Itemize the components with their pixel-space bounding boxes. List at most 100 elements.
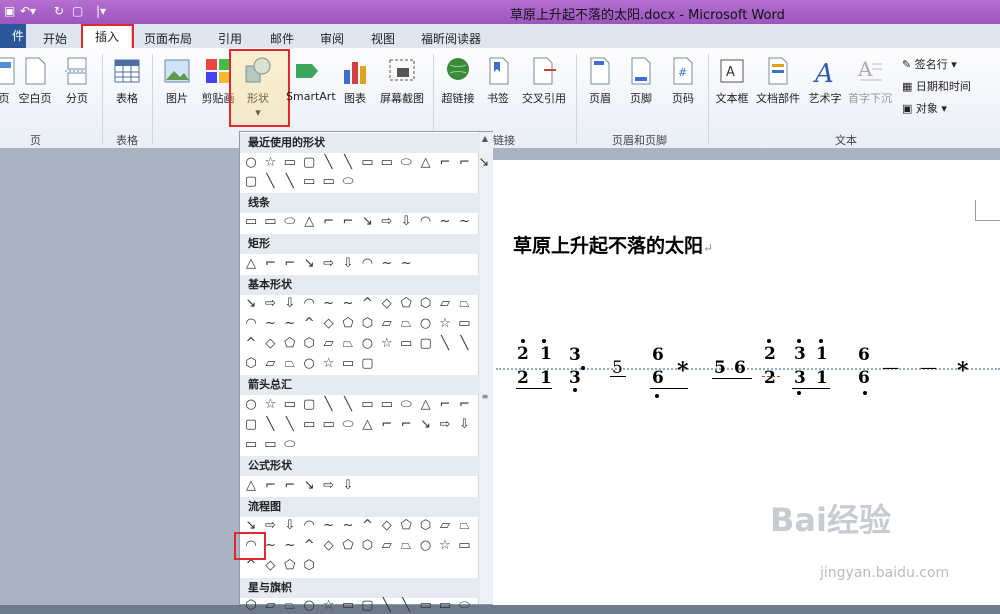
shape-option-icon[interactable]: ⬡ [243,598,259,614]
shape-option-icon[interactable]: ⌐ [398,417,414,433]
shape-option-icon[interactable]: ◠ [418,214,434,230]
shape-option-icon[interactable]: ↘ [301,478,317,494]
word-logo-icon[interactable]: ▣ [4,4,15,18]
shape-option-icon[interactable]: ☆ [262,155,278,171]
shape-option-icon[interactable]: ▭ [340,356,356,372]
shape-option-icon[interactable]: ^ [243,558,259,574]
shape-option-icon[interactable]: ▢ [243,417,259,433]
tab-mailings[interactable]: 邮件 [270,30,294,48]
shape-option-icon[interactable]: ⬠ [398,518,414,534]
shape-option-icon[interactable]: ▭ [437,598,453,614]
tab-references[interactable]: 引用 [218,30,242,48]
shape-option-icon[interactable]: ⬠ [282,336,298,352]
shape-option-icon[interactable]: ~ [282,316,298,332]
shape-option-icon[interactable]: ▭ [359,155,375,171]
shape-option-icon[interactable]: ☆ [379,336,395,352]
shape-option-icon[interactable]: ▭ [321,174,337,190]
shape-option-icon[interactable]: ☆ [437,538,453,554]
shape-option-icon[interactable]: ╲ [262,417,278,433]
object-button[interactable]: ▣ 对象 ▾ [902,100,947,118]
shape-option-icon[interactable]: ▭ [418,598,434,614]
shape-option-icon[interactable]: ╲ [321,397,337,413]
shape-option-icon[interactable]: ○ [301,356,317,372]
shape-option-icon[interactable]: ⬭ [456,598,472,614]
shape-option-icon[interactable]: ◇ [321,316,337,332]
text-box-button[interactable]: A 文本框 [710,50,754,116]
shape-option-icon[interactable]: ⏢ [456,296,472,312]
shape-option-icon[interactable]: ↘ [301,256,317,272]
shape-option-icon[interactable]: △ [243,256,259,272]
shape-option-icon[interactable]: ▱ [262,356,278,372]
shape-option-icon[interactable]: ◠ [359,256,375,272]
shape-option-icon[interactable]: ╲ [340,397,356,413]
shape-option-icon[interactable]: ⌐ [262,256,278,272]
shape-option-icon[interactable]: ~ [340,518,356,534]
blank-page-button[interactable]: 空白页 [13,50,57,116]
shape-option-icon[interactable]: ╲ [456,336,472,352]
shape-option-icon[interactable]: ○ [301,598,317,614]
tab-home[interactable]: 开始 [43,30,67,48]
shape-option-icon[interactable]: ▭ [379,155,395,171]
shape-option-icon[interactable]: ⇩ [456,417,472,433]
shape-option-icon[interactable]: ⇩ [340,478,356,494]
shape-option-icon[interactable]: ↘ [418,417,434,433]
scroll-grip-icon[interactable]: ≡ [480,392,490,402]
shape-option-icon[interactable]: ^ [243,336,259,352]
picture-button[interactable]: 图片 [155,50,199,116]
shape-option-icon[interactable]: ▭ [243,214,259,230]
shape-option-icon[interactable]: ☆ [321,356,337,372]
shape-option-icon[interactable]: ○ [418,538,434,554]
shape-option-icon[interactable]: ▢ [301,397,317,413]
shape-option-icon[interactable]: ▭ [301,174,317,190]
screenshot-button[interactable]: 屏幕截图 [380,50,424,116]
shape-option-icon[interactable]: ⇩ [282,518,298,534]
scroll-up-icon[interactable]: ▲ [480,134,490,144]
shape-option-icon[interactable]: △ [418,397,434,413]
redo-icon[interactable]: ↻ [54,4,64,18]
page-number-button[interactable]: # 页码 [661,50,705,116]
shape-option-icon[interactable]: ▭ [340,598,356,614]
shape-option-icon[interactable]: ⇩ [340,256,356,272]
shape-option-icon[interactable]: ◇ [379,518,395,534]
shape-option-icon[interactable]: △ [243,478,259,494]
shape-option-icon[interactable]: ⏢ [456,518,472,534]
shape-option-icon[interactable]: ╲ [398,598,414,614]
chart-button[interactable]: 图表 [333,50,377,116]
shape-option-icon[interactable]: ╲ [379,598,395,614]
shape-option-icon[interactable]: ◠ [243,316,259,332]
shape-option-icon[interactable]: ▭ [282,155,298,171]
shape-option-icon[interactable]: ◇ [262,558,278,574]
shape-option-icon[interactable]: ⬡ [418,518,434,534]
cross-reference-button[interactable]: 交叉引用 [522,50,566,116]
shape-option-icon[interactable]: ╲ [437,336,453,352]
shape-option-icon[interactable]: ▢ [301,155,317,171]
shape-option-icon[interactable]: ~ [321,296,337,312]
shape-option-icon[interactable]: ~ [321,518,337,534]
shape-option-icon[interactable]: ~ [398,256,414,272]
shape-option-icon[interactable]: ⌐ [437,155,453,171]
shape-option-icon[interactable]: ⏢ [398,538,414,554]
shape-option-icon[interactable]: ☆ [321,598,337,614]
shape-option-icon[interactable]: ⌐ [456,155,472,171]
signature-line-button[interactable]: ✎ 签名行 ▾ [902,56,957,74]
shape-option-icon[interactable]: ╲ [282,417,298,433]
shape-option-icon[interactable]: ▢ [418,336,434,352]
shape-option-icon[interactable]: ⌐ [282,256,298,272]
print-preview-icon[interactable]: ▢ [72,4,83,18]
shape-option-icon[interactable]: ⇨ [379,214,395,230]
shape-option-icon[interactable]: ⬠ [282,558,298,574]
footer-button[interactable]: 页脚 [619,50,663,116]
header-button[interactable]: 页眉 [578,50,622,116]
shape-option-icon[interactable]: ⇨ [262,296,278,312]
shape-option-icon[interactable]: ↘ [243,296,259,312]
quick-parts-button[interactable]: 文档部件 [756,50,800,116]
shape-option-icon[interactable]: ⬡ [301,336,317,352]
shape-option-icon[interactable]: ⬠ [340,538,356,554]
smartart-button[interactable]: SmartArt [286,50,336,116]
shape-option-icon[interactable]: ▢ [359,598,375,614]
shape-option-icon[interactable]: ~ [379,256,395,272]
shape-option-icon[interactable]: ⬡ [418,296,434,312]
shape-option-icon[interactable]: ⬡ [359,538,375,554]
shape-option-icon[interactable]: ↘ [476,155,492,171]
shape-option-icon[interactable]: ⬡ [243,356,259,372]
